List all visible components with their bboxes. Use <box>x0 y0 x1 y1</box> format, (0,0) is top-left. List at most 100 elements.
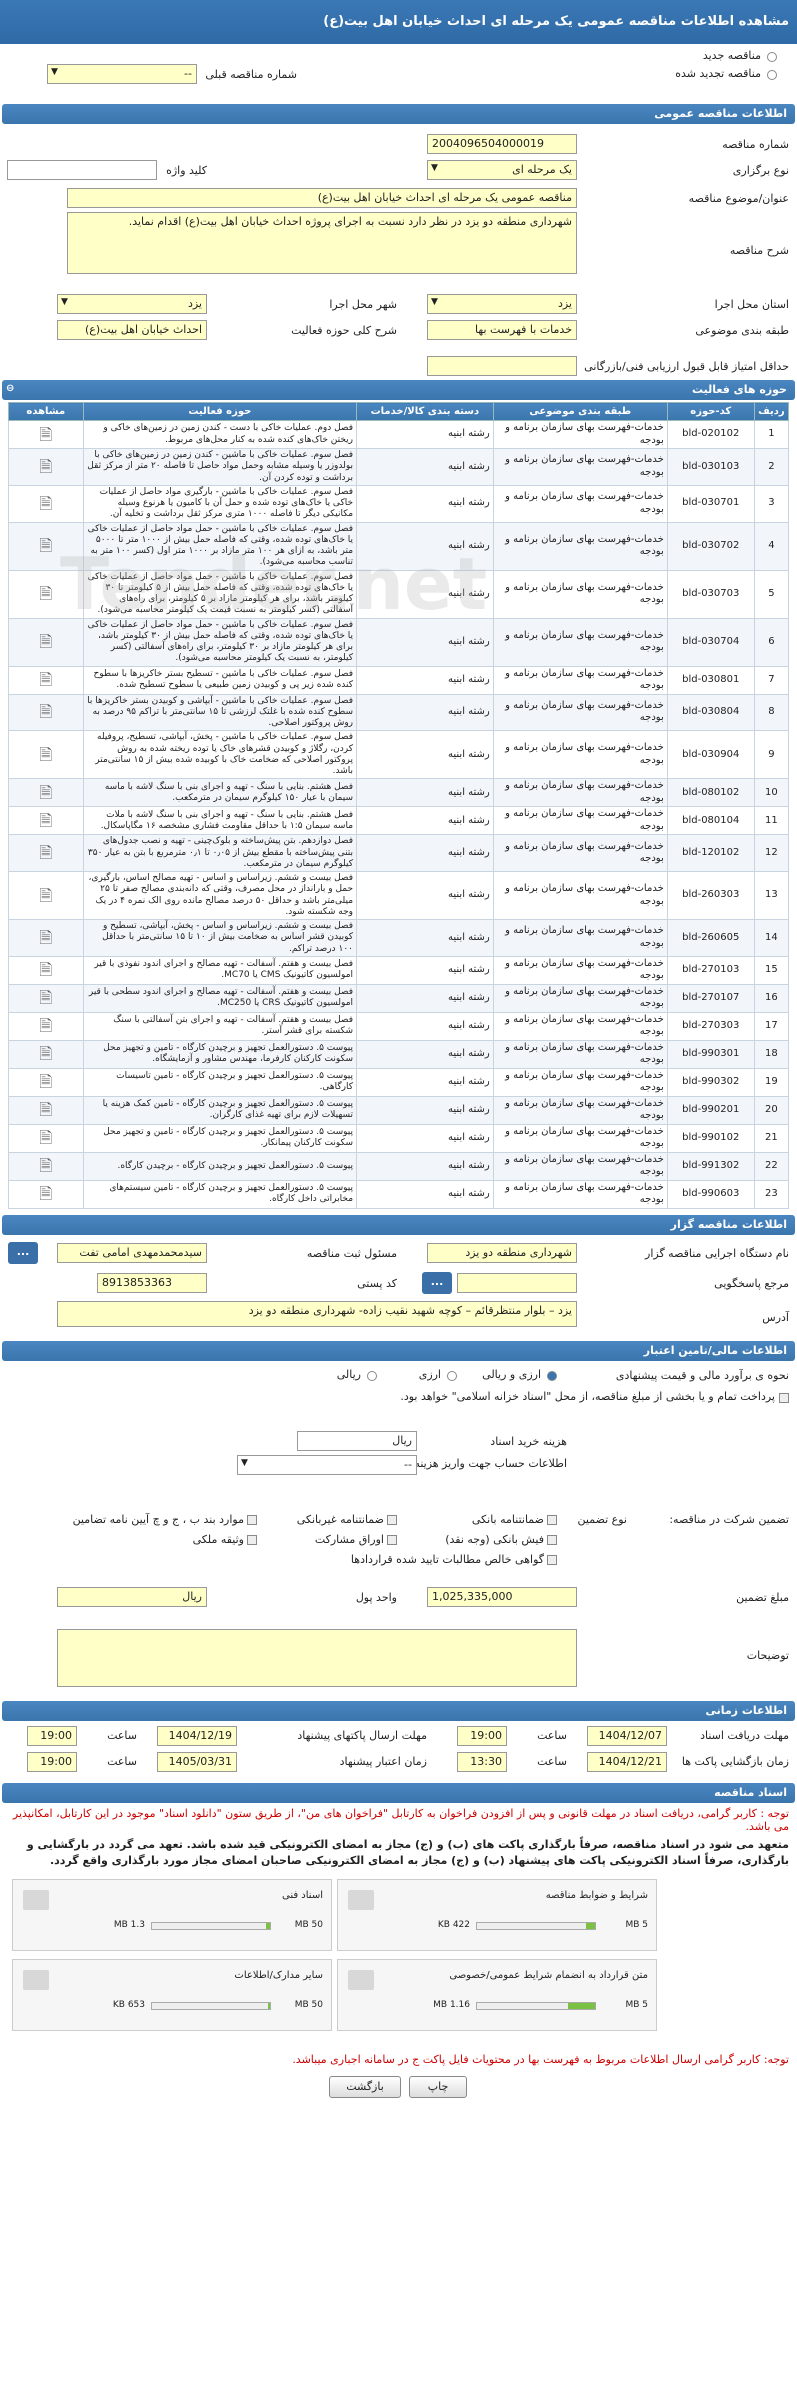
top-options: مناقصه جدید مناقصه تجدید شده شماره مناقص… <box>0 44 797 102</box>
renewed-tender-radio[interactable] <box>767 70 777 80</box>
table-cell: 10 <box>753 778 790 808</box>
view-document-icon[interactable]: 🗎 <box>39 960 52 979</box>
view-cell: 🗎 <box>8 484 84 523</box>
folder-icon[interactable] <box>348 1889 374 1910</box>
view-cell: 🗎 <box>8 955 84 985</box>
table-cell: خدمات-فهرست بهای سازمان برنامه و بودجه <box>492 806 668 836</box>
view-document-icon[interactable]: 🗎 <box>39 843 52 862</box>
table-cell: 21 <box>753 1123 790 1153</box>
type-label: نوع برگزاری <box>732 164 789 177</box>
estimate-foreign-radio[interactable] <box>447 1370 457 1381</box>
view-document-icon[interactable]: 🗎 <box>39 1156 52 1175</box>
view-document-icon[interactable]: 🗎 <box>39 584 52 603</box>
guarantee-claims-checkbox[interactable] <box>547 1554 557 1565</box>
view-document-icon[interactable]: 🗎 <box>39 928 52 947</box>
prev-number-select[interactable]: -- ▼ <box>47 64 197 84</box>
view-document-icon[interactable]: 🗎 <box>39 988 52 1007</box>
view-document-icon[interactable]: 🗎 <box>39 670 52 689</box>
chevron-down-icon: ▼ <box>241 1457 248 1468</box>
view-document-icon[interactable]: 🗎 <box>39 536 52 555</box>
section-timing: اطلاعات زمانی <box>2 1700 795 1721</box>
table-cell: رشته ابنیه <box>356 806 494 836</box>
responsible-more-button[interactable]: ... <box>8 1241 38 1264</box>
folder-icon[interactable] <box>23 1889 49 1910</box>
back-button[interactable]: بازگشت <box>329 2075 401 2098</box>
table-cell: رشته ابنیه <box>356 955 494 985</box>
view-document-icon[interactable]: 🗎 <box>39 886 52 905</box>
new-tender-radio[interactable] <box>767 52 777 62</box>
guarantee-bonds-checkbox[interactable] <box>387 1534 397 1545</box>
table-cell: رشته ابنیه <box>356 521 494 571</box>
doc-file-max: 5 MB <box>625 1999 648 2010</box>
print-button[interactable]: چاپ <box>409 2075 467 2098</box>
view-document-icon[interactable]: 🗎 <box>39 811 52 830</box>
view-document-icon[interactable]: 🗎 <box>39 745 52 764</box>
guarantee-property-checkbox[interactable] <box>247 1534 257 1545</box>
doc-file-usage-bar <box>151 1921 271 1930</box>
table-cell: خدمات-فهرست بهای سازمان برنامه و بودجه <box>492 617 668 667</box>
view-document-icon[interactable]: 🗎 <box>39 457 52 476</box>
guarantee-cash-checkbox[interactable] <box>547 1534 557 1545</box>
items-wrap: Tender.net ردیف کد-حوزه طبقه بندی موضوعی دس… <box>0 402 797 1209</box>
send-date-field: 1404/12/19 <box>157 1725 237 1746</box>
guarantee-nonbank-checkbox[interactable] <box>387 1514 397 1525</box>
address-field: یزد – بلوار منتظرقائم – کوچه شهید نقیب ز… <box>57 1300 577 1327</box>
description-field: شهرداری منطقه دو یزد در نظر دارد نسبت به… <box>67 212 577 274</box>
table-cell: 22 <box>753 1151 790 1181</box>
view-cell: 🗎 <box>8 617 84 667</box>
type-select[interactable]: یک مرحله ای ▼ <box>427 160 577 180</box>
treasury-checkbox[interactable] <box>779 1392 789 1403</box>
view-document-icon[interactable]: 🗎 <box>39 1016 52 1035</box>
table-cell: پیوست ۵. دستورالعمل تجهیز و برچیدن کارگا… <box>82 1095 358 1125</box>
keyword-input[interactable] <box>7 160 157 180</box>
table-cell: 5 <box>753 569 790 619</box>
guarantee-bank-checkbox[interactable] <box>547 1514 557 1525</box>
chevron-down-icon: ▼ <box>431 163 438 173</box>
view-document-icon[interactable]: 🗎 <box>39 494 52 513</box>
folder-icon[interactable] <box>348 1969 374 1990</box>
guarantee-other-checkbox[interactable] <box>247 1514 257 1525</box>
table-row: 19 bld-990302 خدمات-فهرست بهای سازمان برنا… <box>8 1067 790 1097</box>
view-cell: 🗎 <box>8 834 84 872</box>
table-cell: bld-120102 <box>666 834 755 872</box>
view-cell: 🗎 <box>8 730 84 780</box>
org-name-field: شهرداری منطقه دو یزد <box>427 1242 577 1263</box>
guarantee-type-label: نوع تضمین <box>577 1512 627 1526</box>
view-document-icon[interactable]: 🗎 <box>39 702 52 721</box>
table-cell: bld-030702 <box>666 521 755 571</box>
city-select[interactable]: یزد ▼ <box>57 294 207 314</box>
view-document-icon[interactable]: 🗎 <box>39 783 52 802</box>
table-cell: پیوست ۵. دستورالعمل تجهیز و برچیدن کارگا… <box>82 1179 358 1209</box>
view-document-icon[interactable]: 🗎 <box>39 1184 52 1203</box>
guarantee-property-label: وثیقه ملکی <box>192 1532 244 1546</box>
view-document-icon[interactable]: 🗎 <box>39 1072 52 1091</box>
view-document-icon[interactable]: 🗎 <box>39 632 52 651</box>
view-cell: 🗎 <box>8 983 84 1013</box>
view-cell: 🗎 <box>8 1151 84 1181</box>
province-select[interactable]: یزد ▼ <box>427 294 577 314</box>
notes-label: توضیحات <box>746 1648 789 1662</box>
account-select[interactable]: -- ▼ <box>237 1454 417 1475</box>
doc-file-name: سایر مدارک/اطلاعات <box>234 1969 323 1981</box>
view-document-icon[interactable]: 🗎 <box>39 1100 52 1119</box>
view-document-icon[interactable]: 🗎 <box>39 1128 52 1147</box>
view-cell: 🗎 <box>8 569 84 619</box>
table-header: مشاهده <box>8 402 84 421</box>
general-form: شماره مناقصه 2004096504000019 نوع برگزار… <box>0 126 797 376</box>
table-header: طبقه بندی موضوعی <box>492 402 668 421</box>
min-score-label: حداقل امتیاز قابل قبول ارزیابی فنی/بازرگ… <box>584 360 789 373</box>
finance-form: نحوه ی برآورد مالی و قیمت پیشنهادی ارزی … <box>0 1363 797 1625</box>
folder-icon[interactable] <box>23 1969 49 1990</box>
estimate-both-radio[interactable] <box>547 1370 557 1381</box>
reference-more-button[interactable]: ... <box>422 1271 452 1294</box>
table-cell: خدمات-فهرست بهای سازمان برنامه و بودجه <box>492 871 668 920</box>
chevron-down-icon: ▼ <box>431 297 438 307</box>
keyword-label: کلید واژه <box>166 164 207 177</box>
notes-wrap: توضیحات <box>0 1625 797 1695</box>
table-row: 18 bld-990301 خدمات-فهرست بهای سازمان برنا… <box>8 1039 790 1069</box>
view-cell: 🗎 <box>8 1067 84 1097</box>
estimate-rial-radio[interactable] <box>367 1370 377 1381</box>
view-document-icon[interactable]: 🗎 <box>39 425 52 444</box>
activity-table: ردیف کد-حوزه طبقه بندی موضوعی دسته بندی کال… <box>8 402 790 1209</box>
view-document-icon[interactable]: 🗎 <box>39 1044 52 1063</box>
